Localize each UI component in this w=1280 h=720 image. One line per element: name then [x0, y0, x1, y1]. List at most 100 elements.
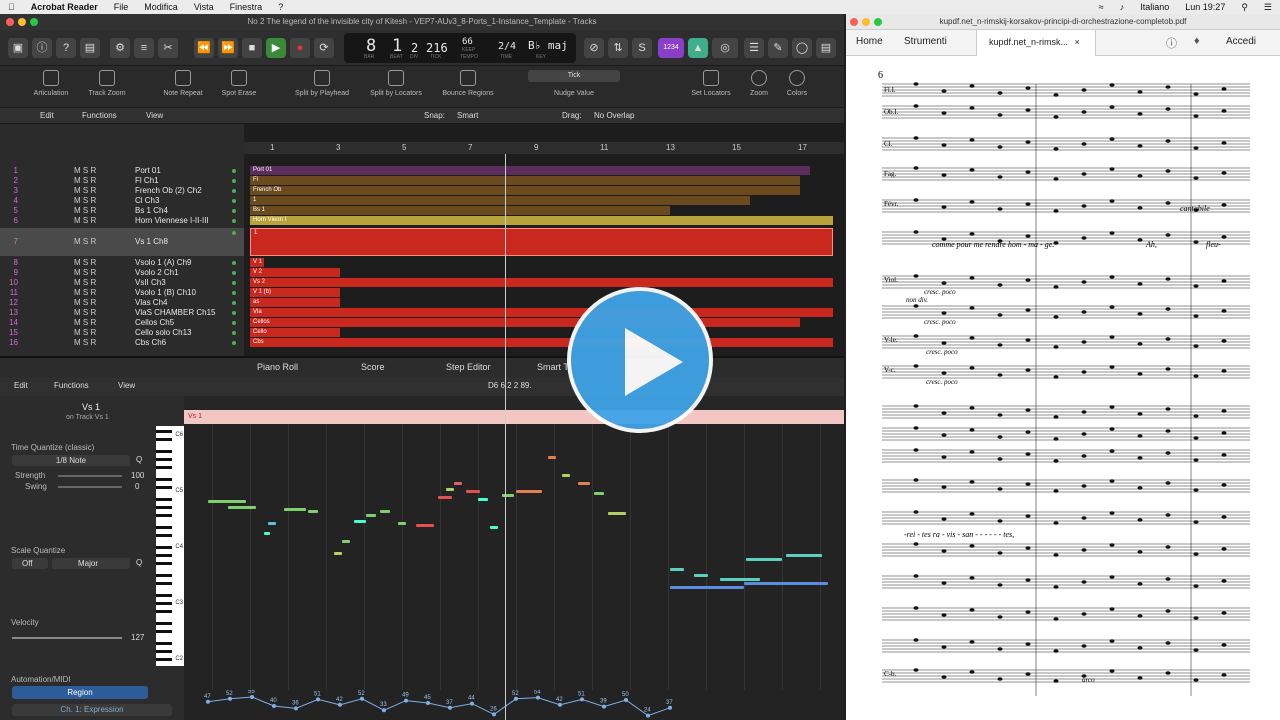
- clock[interactable]: Lun 19:27: [1177, 2, 1233, 12]
- black-key[interactable]: [156, 430, 172, 433]
- acro-zoom-button[interactable]: [874, 18, 882, 26]
- track-region[interactable]: Fl: [250, 176, 800, 185]
- zoom-button[interactable]: [30, 18, 38, 26]
- metronome-icon[interactable]: ▲: [688, 38, 708, 58]
- nudge-value-field[interactable]: Tick: [528, 70, 620, 82]
- tracks-ruler[interactable]: 1 3 5 7 9 11 13 15 17: [244, 142, 844, 154]
- track-header[interactable]: 14 M S R Cellos Ch5: [0, 318, 244, 328]
- app-menu[interactable]: Acrobat Reader: [23, 2, 106, 12]
- track-region[interactable]: as: [250, 298, 340, 307]
- track-mute-solo[interactable]: M S R: [74, 328, 96, 338]
- automation-point[interactable]: [382, 708, 386, 713]
- editors-icon[interactable]: ✂: [158, 38, 178, 58]
- midi-note[interactable]: [446, 488, 454, 491]
- track-header[interactable]: 1 M S R Port 01: [0, 166, 244, 176]
- automation-point[interactable]: [624, 698, 628, 702]
- automation-point[interactable]: [228, 696, 232, 701]
- mixer-icon[interactable]: ≡: [134, 38, 154, 58]
- midi-note[interactable]: [354, 520, 366, 523]
- midi-note[interactable]: [284, 508, 306, 511]
- acro-minimize-button[interactable]: [862, 18, 870, 26]
- piano-roll-grid[interactable]: 47 52 55 40 36 51 42 52 33 49 45 37 44 26 52 54 42 51 39 50…: [184, 410, 844, 720]
- midi-note[interactable]: [720, 578, 760, 581]
- track-region[interactable]: French Ob: [250, 186, 800, 195]
- automation-lane[interactable]: 47 52 55 40 36 51 42 52 33 49 45 37 44 26 52 54 42 51 39 50…: [184, 690, 844, 720]
- replace-icon[interactable]: ⇅: [608, 38, 628, 58]
- track-mute-solo[interactable]: M S R: [74, 278, 96, 288]
- black-key[interactable]: [156, 546, 172, 549]
- track-region[interactable]: Cbs: [250, 338, 833, 347]
- black-key[interactable]: [156, 562, 172, 565]
- track-mute-solo[interactable]: M S R: [74, 268, 96, 278]
- track-header[interactable]: 6 M S R Horn Viennese I-II-III: [0, 216, 244, 226]
- notepad-icon[interactable]: ✎: [768, 38, 788, 58]
- snap-select[interactable]: Smart: [457, 111, 478, 120]
- track-header[interactable]: 10 M S R VsII Ch3: [0, 278, 244, 288]
- automation-point[interactable]: [514, 696, 518, 701]
- track-header[interactable]: 7 M S R Vs 1 Ch8: [0, 228, 244, 256]
- track-mute-solo[interactable]: M S R: [74, 176, 96, 186]
- swing-slider[interactable]: [58, 486, 122, 488]
- midi-note[interactable]: [670, 568, 684, 571]
- black-key[interactable]: [156, 526, 172, 529]
- track-region[interactable]: Cello: [250, 328, 340, 337]
- midi-note[interactable]: [398, 522, 406, 525]
- black-key[interactable]: [156, 534, 172, 537]
- black-key[interactable]: [156, 594, 172, 597]
- midi-note[interactable]: [594, 492, 604, 495]
- stop-icon[interactable]: ■: [242, 38, 262, 58]
- black-key[interactable]: [156, 506, 172, 509]
- cycle-icon[interactable]: ⟳: [314, 38, 334, 58]
- close-button[interactable]: [6, 18, 14, 26]
- drag-select[interactable]: No Overlap: [594, 111, 634, 120]
- midi-note[interactable]: [478, 498, 488, 501]
- black-key[interactable]: [156, 610, 172, 613]
- black-key[interactable]: [156, 642, 172, 645]
- pr-functions-menu[interactable]: Functions: [54, 381, 89, 390]
- black-key[interactable]: [156, 650, 172, 653]
- menu-file[interactable]: File: [106, 2, 137, 12]
- automation-point[interactable]: [492, 712, 496, 717]
- login-button[interactable]: Accedi: [1226, 36, 1256, 47]
- automation-point[interactable]: [206, 699, 210, 704]
- track-mute-solo[interactable]: M S R: [74, 308, 96, 318]
- midi-note[interactable]: [746, 558, 782, 561]
- library-icon[interactable]: ▣: [8, 38, 28, 58]
- track-mute-solo[interactable]: M S R: [74, 186, 96, 196]
- track-header[interactable]: 13 M S R VlaS CHAMBER Ch15: [0, 308, 244, 318]
- track-mute-solo[interactable]: M S R: [74, 206, 96, 216]
- automation-param-select[interactable]: Ch. 1: Expression: [12, 704, 172, 716]
- bell-icon[interactable]: ♦: [1194, 35, 1200, 47]
- midi-note[interactable]: [208, 500, 246, 503]
- tool-set-locators[interactable]: Set Locators: [688, 70, 734, 97]
- wifi-icon[interactable]: ≈: [1091, 2, 1112, 12]
- track-mute-solo[interactable]: M S R: [74, 228, 96, 256]
- midi-note[interactable]: [578, 482, 590, 485]
- track-header[interactable]: 16 M S R Cbs Ch6: [0, 338, 244, 348]
- velocity-slider[interactable]: [12, 637, 122, 639]
- piano-keyboard[interactable]: C6 C5 C4 C3 C2: [156, 426, 184, 666]
- tracks-view-menu[interactable]: View: [146, 111, 163, 120]
- track-mute-solo[interactable]: M S R: [74, 166, 96, 176]
- black-key[interactable]: [156, 582, 172, 585]
- close-tab-icon[interactable]: ×: [1075, 37, 1080, 47]
- quick-help-icon[interactable]: ?: [56, 38, 76, 58]
- scale-off-select[interactable]: Off: [12, 558, 48, 569]
- midi-note[interactable]: [466, 490, 480, 493]
- track-header[interactable]: 5 M S R Bs 1 Ch4: [0, 206, 244, 216]
- tool-spot-erase[interactable]: Spot Erase: [216, 70, 262, 97]
- pdf-page[interactable]: 6 Fl.I. Ob.I. Cl. Fag. Févr. Viol. V-le. V-c. C-…: [846, 56, 1280, 720]
- nudge-control[interactable]: Tick Nudge Value: [528, 70, 620, 97]
- tab-step-editor[interactable]: Step Editor: [446, 362, 491, 372]
- midi-note[interactable]: [548, 456, 556, 459]
- record-icon[interactable]: ●: [290, 38, 310, 58]
- track-mute-solo[interactable]: M S R: [74, 338, 96, 348]
- track-mute-solo[interactable]: M S R: [74, 298, 96, 308]
- time-quantize-select[interactable]: 1/8 Note: [12, 455, 130, 466]
- playhead[interactable]: [505, 154, 506, 720]
- tool-note-repeat[interactable]: Note Repeat: [160, 70, 206, 97]
- tool-articulation[interactable]: Articulation: [28, 70, 74, 97]
- track-region[interactable]: Cellos: [250, 318, 800, 327]
- track-header[interactable]: 9 M S R Vsolo 2 Ch1: [0, 268, 244, 278]
- black-key[interactable]: [156, 466, 172, 469]
